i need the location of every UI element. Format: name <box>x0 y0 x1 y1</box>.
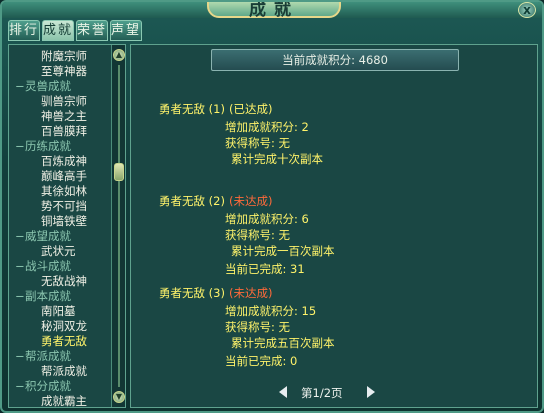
achievement-title-text: 勇者无敌 (3) <box>159 286 225 300</box>
score-label: 当前成就积分: <box>282 53 359 67</box>
score-value: 4680 <box>358 53 388 67</box>
sidebar-scrollbar[interactable]: ▲ ▼ <box>111 45 125 407</box>
achievement-status: (未达成) <box>228 194 273 208</box>
prev-page-icon[interactable] <box>279 386 287 398</box>
achievement-description: 累计完成五百次副本 <box>231 336 335 350</box>
tree-item[interactable]: 驯兽宗师 <box>9 94 111 109</box>
close-button[interactable]: x <box>518 2 536 18</box>
pager: 第1/2页 <box>279 385 389 401</box>
tree-category[interactable]: −历练成就 <box>9 139 111 154</box>
tree-item[interactable]: 秘洞双龙 <box>9 319 111 334</box>
tree-category-label: 积分成就 <box>25 379 71 393</box>
achievement-score-box: 当前成就积分: 4680 <box>211 49 459 71</box>
tree-item[interactable]: 附魔宗师 <box>9 49 111 64</box>
tab-2[interactable]: 荣誉 <box>76 20 108 41</box>
achievement-progress: 当前已完成: 0 <box>225 354 298 368</box>
tree-item[interactable]: 至尊神器 <box>9 64 111 79</box>
tree-category-label: 副本成就 <box>25 289 71 303</box>
collapse-icon[interactable]: − <box>15 139 25 154</box>
tree-item[interactable]: 铜墙铁壁 <box>9 214 111 229</box>
tab-bar: 排行 成就 荣誉 声望 <box>8 20 144 42</box>
tree-item[interactable]: 武状元 <box>9 244 111 259</box>
tree-category[interactable]: −战斗成就 <box>9 259 111 274</box>
collapse-icon[interactable]: − <box>15 229 25 244</box>
tree-category-label: 战斗成就 <box>25 259 71 273</box>
collapse-icon[interactable]: − <box>15 79 25 94</box>
scroll-up-button[interactable]: ▲ <box>113 49 125 61</box>
achievement-title-text: 勇者无敌 (1) <box>159 102 225 116</box>
tree-item[interactable]: 神兽之主 <box>9 109 111 124</box>
tree-category-label: 帮派成就 <box>25 349 71 363</box>
tree-item[interactable]: 勇者无敌 <box>9 334 111 349</box>
achievement-category-panel: 附魔宗师 至尊神器 −灵兽成就 驯兽宗师 神兽之主 百兽膜拜 −历练成就 百炼成神 巅峰高手 其徐… <box>8 44 126 408</box>
collapse-icon[interactable]: − <box>15 349 25 364</box>
tree-category-label: 威望成就 <box>25 229 71 243</box>
next-page-icon[interactable] <box>367 386 375 398</box>
tree-item[interactable]: 帮派成就 <box>9 364 111 379</box>
tree-category-label: 灵兽成就 <box>25 79 71 93</box>
page-indicator: 第1/2页 <box>301 386 343 400</box>
achievement-progress: 当前已完成: 31 <box>225 262 305 276</box>
achievement-entry: 勇者无敌 (1) (已达成) 增加成就积分: 2 获得称号: 无累计完成十次副本 <box>131 101 539 181</box>
achievement-description: 累计完成一百次副本 <box>231 244 335 258</box>
achievement-detail-panel: 当前成就积分: 4680 勇者无敌 (1) (已达成) 增加成就积分: 2 获得称号:… <box>130 44 538 408</box>
achievement-points: 增加成就积分: 6 <box>225 212 309 226</box>
achievement-tree: 附魔宗师 至尊神器 −灵兽成就 驯兽宗师 神兽之主 百兽膜拜 −历练成就 百炼成神 巅峰高手 其徐… <box>9 49 111 409</box>
tree-category[interactable]: −积分成就 <box>9 379 111 394</box>
tree-item[interactable]: 百兽膜拜 <box>9 124 111 139</box>
achievement-reward-title: 获得称号: 无 <box>225 320 291 334</box>
achievement-name: 勇者无敌 (1) (已达成) <box>159 101 272 117</box>
window-title: 成就 <box>249 0 299 20</box>
achievement-entry: 勇者无敌 (2) (未达成) 增加成就积分: 6 获得称号: 无累计完成一百次副本当前… <box>131 193 539 276</box>
achievement-status: (未达成) <box>228 286 273 300</box>
achievement-reward-title: 获得称号: 无 <box>225 228 291 242</box>
tree-category[interactable]: −灵兽成就 <box>9 79 111 94</box>
collapse-icon[interactable]: − <box>15 289 25 304</box>
tree-category[interactable]: −副本成就 <box>9 289 111 304</box>
tree-category-label: 历练成就 <box>25 139 71 153</box>
achievement-description: 累计完成十次副本 <box>231 152 323 166</box>
tree-item[interactable]: 势不可挡 <box>9 199 111 214</box>
achievement-status: (已达成) <box>228 102 273 116</box>
tree-category[interactable]: −威望成就 <box>9 229 111 244</box>
tab-1[interactable]: 成就 <box>42 20 74 41</box>
scroll-thumb[interactable] <box>114 163 124 181</box>
achievement-window: 成就 x 排行 成就 荣誉 声望 附魔宗师 至尊神器 −灵兽成就 驯兽宗师 神兽之主 百兽膜拜 −… <box>0 0 544 413</box>
tab-0[interactable]: 排行 <box>8 20 40 41</box>
scroll-down-button[interactable]: ▼ <box>113 391 125 403</box>
collapse-icon[interactable]: − <box>15 259 25 274</box>
tab-3[interactable]: 声望 <box>110 20 142 41</box>
tree-category[interactable]: −帮派成就 <box>9 349 111 364</box>
collapse-icon[interactable]: − <box>15 379 25 394</box>
tree-item[interactable]: 百炼成神 <box>9 154 111 169</box>
tree-item[interactable]: 无敌战神 <box>9 274 111 289</box>
achievement-points: 增加成就积分: 15 <box>225 304 317 318</box>
achievement-points: 增加成就积分: 2 <box>225 120 309 134</box>
tree-item[interactable]: 巅峰高手 <box>9 169 111 184</box>
achievement-title-text: 勇者无敌 (2) <box>159 194 225 208</box>
tree-item[interactable]: 其徐如林 <box>9 184 111 199</box>
scroll-track[interactable] <box>118 65 120 387</box>
tree-item[interactable]: 成就霸主 <box>9 394 111 409</box>
achievement-entry: 勇者无敌 (3) (未达成) 增加成就积分: 15 获得称号: 无累计完成五百次副本当… <box>131 285 539 368</box>
achievement-reward-title: 获得称号: 无 <box>225 136 291 150</box>
achievement-name: 勇者无敌 (2) (未达成) <box>159 193 272 209</box>
achievement-name: 勇者无敌 (3) (未达成) <box>159 285 272 301</box>
tree-item[interactable]: 南阳墓 <box>9 304 111 319</box>
